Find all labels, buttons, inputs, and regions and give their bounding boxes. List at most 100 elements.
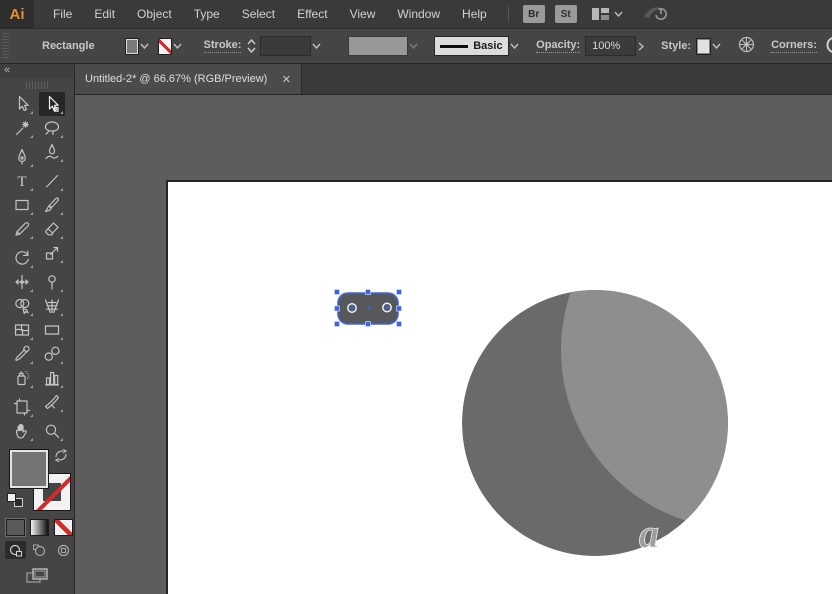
stroke-weight-label[interactable]: Stroke: bbox=[203, 39, 242, 53]
menu-select[interactable]: Select bbox=[231, 0, 286, 28]
default-fill-stroke-icon[interactable] bbox=[7, 493, 23, 507]
menu-object[interactable]: Object bbox=[126, 0, 183, 28]
center-point-widget[interactable] bbox=[367, 305, 371, 310]
artboard-tool[interactable] bbox=[9, 395, 35, 419]
collapse-panel-button[interactable]: « bbox=[0, 64, 74, 78]
corners-label[interactable]: Corners: bbox=[771, 39, 817, 53]
menu-bar: Ai File Edit Object Type Select Effect View Win… bbox=[0, 0, 832, 28]
width-profile-chevron-icon bbox=[408, 38, 420, 55]
pen-tool[interactable] bbox=[9, 145, 35, 169]
drawing-modes bbox=[0, 536, 74, 559]
gradient-button[interactable] bbox=[30, 519, 49, 536]
rotate-tool[interactable] bbox=[9, 246, 35, 270]
lasso-tool[interactable] bbox=[39, 116, 65, 140]
eyedropper-tool[interactable] bbox=[9, 342, 35, 366]
swap-fill-stroke-icon[interactable] bbox=[54, 448, 68, 465]
menu-edit[interactable]: Edit bbox=[83, 0, 126, 28]
paint-buttons bbox=[0, 513, 74, 536]
style-label: Style: bbox=[661, 40, 692, 52]
style-chevron-icon[interactable] bbox=[711, 38, 723, 55]
menu-view[interactable]: View bbox=[339, 0, 387, 28]
app-logo: Ai bbox=[0, 0, 34, 28]
direct-selection-tool[interactable] bbox=[39, 92, 65, 116]
control-bar-grip[interactable] bbox=[2, 33, 9, 59]
puppet-warp-tool[interactable] bbox=[39, 270, 65, 294]
bridge-button[interactable]: Br bbox=[522, 5, 545, 23]
document-tab[interactable]: Untitled-2* @ 66.67% (RGB/Preview) ✕ bbox=[75, 64, 302, 94]
opacity-field[interactable]: 100% bbox=[585, 36, 636, 56]
selected-object-label: Rectangle bbox=[42, 40, 95, 52]
corners-widget-icon[interactable] bbox=[823, 35, 832, 58]
canvas-area[interactable]: a bbox=[75, 95, 832, 594]
fill-proxy-swatch[interactable] bbox=[9, 449, 49, 489]
selection-tool[interactable] bbox=[9, 92, 35, 116]
draw-inside-button[interactable] bbox=[53, 541, 74, 559]
column-graph-tool[interactable] bbox=[39, 366, 65, 390]
tools-grid: T bbox=[0, 92, 74, 443]
fill-stroke-proxy bbox=[0, 447, 74, 513]
recolor-artwork-icon[interactable] bbox=[738, 36, 755, 56]
perspective-grid-tool[interactable] bbox=[39, 294, 65, 318]
zoom-tool[interactable] bbox=[39, 419, 65, 443]
document-tab-title: Untitled-2* @ 66.67% (RGB/Preview) bbox=[85, 73, 268, 85]
symbol-sprayer-tool[interactable] bbox=[9, 366, 35, 390]
curvature-tool[interactable] bbox=[39, 140, 65, 164]
gpu-power-icon[interactable] bbox=[641, 4, 669, 25]
stroke-chevron-icon[interactable] bbox=[172, 38, 184, 55]
menu-file[interactable]: File bbox=[42, 0, 83, 28]
menu-effect[interactable]: Effect bbox=[286, 0, 338, 28]
rectangle-tool[interactable] bbox=[9, 193, 35, 217]
stroke-weight-stepper[interactable] bbox=[246, 36, 257, 56]
main-area: « T Untitled-2* @ 66.67% (RGB/Preview) ✕… bbox=[0, 64, 832, 594]
brush-definition-dropdown[interactable]: Basic bbox=[433, 36, 509, 56]
stroke-color-swatch[interactable] bbox=[157, 37, 172, 55]
menu-help[interactable]: Help bbox=[451, 0, 498, 28]
draw-behind-button[interactable] bbox=[29, 541, 50, 559]
menu-window[interactable]: Window bbox=[386, 0, 451, 28]
circle-object[interactable] bbox=[462, 182, 832, 556]
brush-name: Basic bbox=[473, 40, 503, 52]
gradient-tool[interactable] bbox=[39, 318, 65, 342]
color-button[interactable] bbox=[6, 519, 25, 536]
illustrator-window: Ai File Edit Object Type Select Effect View Win… bbox=[0, 0, 832, 594]
draw-normal-button[interactable] bbox=[5, 541, 26, 559]
document-tab-bar: Untitled-2* @ 66.67% (RGB/Preview) ✕ bbox=[75, 64, 832, 95]
blend-tool[interactable] bbox=[39, 342, 65, 366]
artboard[interactable]: a bbox=[166, 180, 832, 594]
width-tool[interactable] bbox=[9, 270, 35, 294]
tab-close-icon[interactable]: ✕ bbox=[282, 73, 291, 86]
type-tool[interactable]: T bbox=[9, 169, 35, 193]
magic-wand-tool[interactable] bbox=[9, 116, 35, 140]
fill-color-swatch[interactable] bbox=[124, 37, 139, 55]
stroke-weight-field[interactable] bbox=[260, 36, 311, 56]
none-button[interactable] bbox=[54, 519, 73, 536]
hand-tool[interactable] bbox=[9, 419, 35, 443]
fill-chevron-icon[interactable] bbox=[139, 38, 151, 55]
workspace-switcher[interactable] bbox=[591, 7, 623, 21]
app-bar-right: Br St bbox=[507, 4, 669, 25]
line-segment-tool[interactable] bbox=[39, 169, 65, 193]
mesh-tool[interactable] bbox=[9, 318, 35, 342]
selected-rounded-rectangle[interactable] bbox=[334, 289, 402, 327]
stock-button[interactable]: St bbox=[554, 5, 577, 23]
opacity-expand-icon[interactable] bbox=[636, 36, 648, 56]
workspace-layout-icon bbox=[591, 8, 609, 20]
tools-panel: « T bbox=[0, 64, 75, 594]
stroke-weight-chevron-icon[interactable] bbox=[311, 38, 323, 55]
scale-tool[interactable] bbox=[39, 241, 65, 265]
paintbrush-tool[interactable] bbox=[39, 193, 65, 217]
shape-builder-tool[interactable] bbox=[9, 294, 35, 318]
panel-grip[interactable] bbox=[0, 78, 74, 92]
document-area: Untitled-2* @ 66.67% (RGB/Preview) ✕ a bbox=[75, 64, 832, 594]
eraser-tool[interactable] bbox=[39, 217, 65, 241]
slice-tool[interactable] bbox=[39, 390, 65, 414]
brush-chevron-icon[interactable] bbox=[509, 38, 521, 55]
opacity-label[interactable]: Opacity: bbox=[536, 39, 581, 53]
menu-divider bbox=[507, 6, 509, 22]
menu-type[interactable]: Type bbox=[183, 0, 231, 28]
screen-mode-button[interactable] bbox=[0, 567, 74, 585]
shaper-tool[interactable] bbox=[9, 217, 35, 241]
style-swatch[interactable] bbox=[696, 37, 711, 55]
brush-stroke-preview bbox=[439, 44, 469, 48]
control-bar: Rectangle Stroke: Basic Opacity: 100% St… bbox=[0, 28, 832, 64]
